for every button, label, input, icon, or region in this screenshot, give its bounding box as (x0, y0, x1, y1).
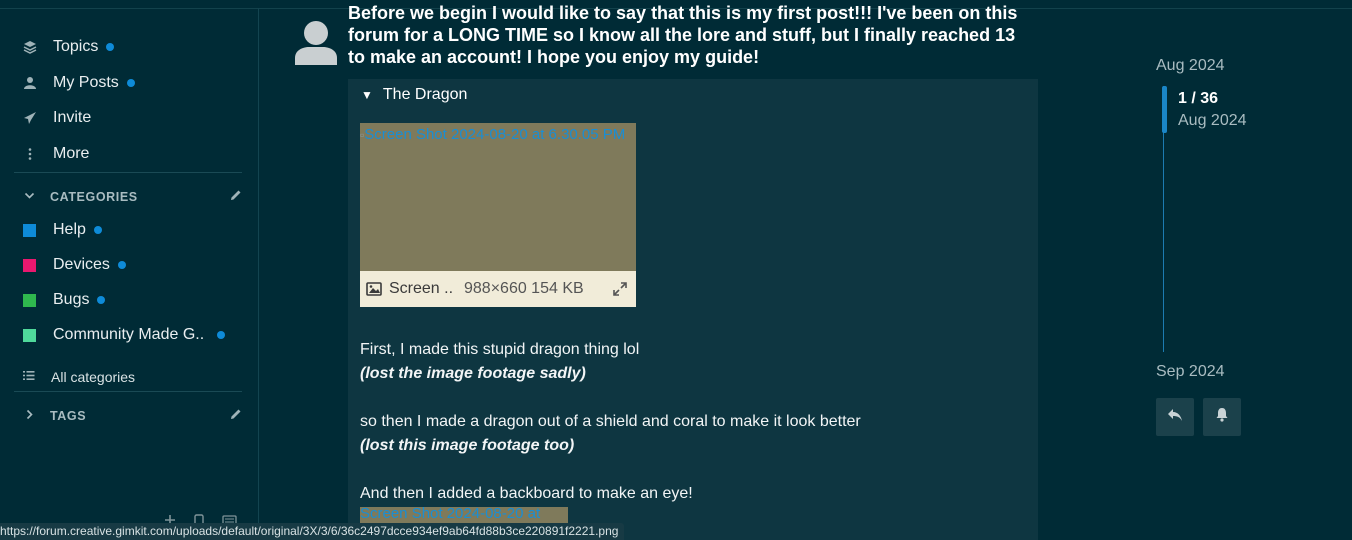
post-paragraph: First, I made this stupid dragon thing l… (360, 341, 640, 358)
sidebar-category-bugs[interactable]: Bugs (23, 289, 106, 311)
sidebar-item-more[interactable]: More (22, 142, 89, 166)
image-alt-text: Screen Shot 2024-08-20 at (360, 507, 541, 522)
image-info: 988×660 154 KB (464, 280, 584, 297)
sidebar-divider (14, 391, 242, 392)
timeline-position: 1 / 36 (1178, 90, 1219, 107)
section-title: TAGS (50, 408, 87, 423)
unread-dot (106, 43, 115, 51)
image-lightbox[interactable]: ▫Screen Shot 2024-08-20 at 6.30.05 PM Sc… (360, 123, 636, 307)
timeline-position-date: Aug 2024 (1178, 112, 1247, 129)
post-paragraph-emphasis: (lost the image footage sadly) (360, 365, 586, 382)
details-block: ▼ The Dragon ▫Screen Shot 2024-08-20 at … (348, 79, 1038, 540)
avatar[interactable] (295, 20, 337, 65)
timeline-start-date[interactable]: Aug 2024 (1156, 57, 1225, 75)
sidebar-divider (14, 172, 242, 173)
timeline-end-date[interactable]: Sep 2024 (1156, 363, 1225, 381)
category-label: Community Made G... (53, 326, 205, 343)
sidebar: Topics My Posts Invite More CATEGORIES H… (0, 8, 259, 540)
post-intro-text: Before we begin I would like to say that… (348, 3, 1018, 67)
category-label: Bugs (53, 291, 90, 308)
category-color-swatch (23, 258, 36, 272)
expand-icon[interactable] (612, 281, 628, 297)
image-alt-text: ▫Screen Shot 2024-08-20 at 6.30.05 PM (360, 126, 626, 143)
layers-icon (22, 39, 38, 55)
details-summary-label: The Dragon (382, 86, 468, 103)
vertical-ellipsis-icon (22, 146, 38, 162)
sidebar-item-label: Invite (53, 109, 92, 126)
sidebar-item-label: Topics (53, 38, 99, 55)
image-filename: Screen ... (389, 280, 453, 297)
unread-dot (117, 261, 126, 269)
sidebar-item-my-posts[interactable]: My Posts (22, 71, 135, 95)
categories-section-header[interactable]: CATEGORIES (24, 189, 242, 204)
sidebar-category-help[interactable]: Help (23, 219, 102, 241)
post-paragraph-emphasis: (lost this image footage too) (360, 437, 575, 454)
category-color-swatch (23, 293, 36, 307)
unread-dot (217, 331, 225, 339)
category-label: Devices (53, 256, 110, 273)
unread-dot (97, 296, 106, 304)
unread-dot (93, 226, 102, 234)
notifications-button[interactable] (1203, 398, 1241, 436)
sidebar-item-label: My Posts (53, 74, 119, 91)
all-categories-label: All categories (51, 369, 136, 385)
sidebar-category-devices[interactable]: Devices (23, 254, 126, 276)
browser-status-url: https://forum.creative.gimkit.com/upload… (0, 523, 625, 540)
sidebar-all-categories[interactable]: All categories (23, 369, 135, 385)
image-icon (366, 282, 382, 296)
reply-icon (1167, 408, 1183, 427)
tags-section-header[interactable]: TAGS (24, 408, 242, 423)
list-icon (23, 370, 35, 384)
user-icon (22, 75, 38, 91)
pencil-icon[interactable] (230, 408, 242, 423)
category-label: Help (53, 221, 86, 238)
sidebar-item-topics[interactable]: Topics (22, 35, 115, 59)
reply-button[interactable] (1156, 398, 1194, 436)
sidebar-item-invite[interactable]: Invite (22, 106, 91, 130)
sidebar-category-community-made[interactable]: Community Made G... (23, 324, 225, 346)
section-title: CATEGORIES (50, 189, 138, 204)
category-color-swatch (23, 328, 36, 342)
sidebar-item-label: More (53, 145, 90, 162)
triangle-down-icon: ▼ (361, 88, 373, 102)
pencil-icon[interactable] (230, 189, 242, 204)
paper-plane-icon (22, 110, 38, 126)
image-meta-bar: Screen ... 988×660 154 KB (360, 271, 636, 307)
timeline-scroller-handle[interactable] (1162, 86, 1167, 133)
chevron-down-icon (24, 190, 36, 204)
chevron-right-icon (24, 409, 36, 423)
details-summary[interactable]: ▼ The Dragon (361, 86, 467, 104)
post-paragraph: so then I made a dragon out of a shield … (360, 413, 861, 430)
post-paragraph: And then I added a backboard to make an … (360, 485, 693, 502)
category-color-swatch (23, 223, 36, 237)
unread-dot (126, 79, 135, 87)
bell-icon (1215, 407, 1229, 427)
